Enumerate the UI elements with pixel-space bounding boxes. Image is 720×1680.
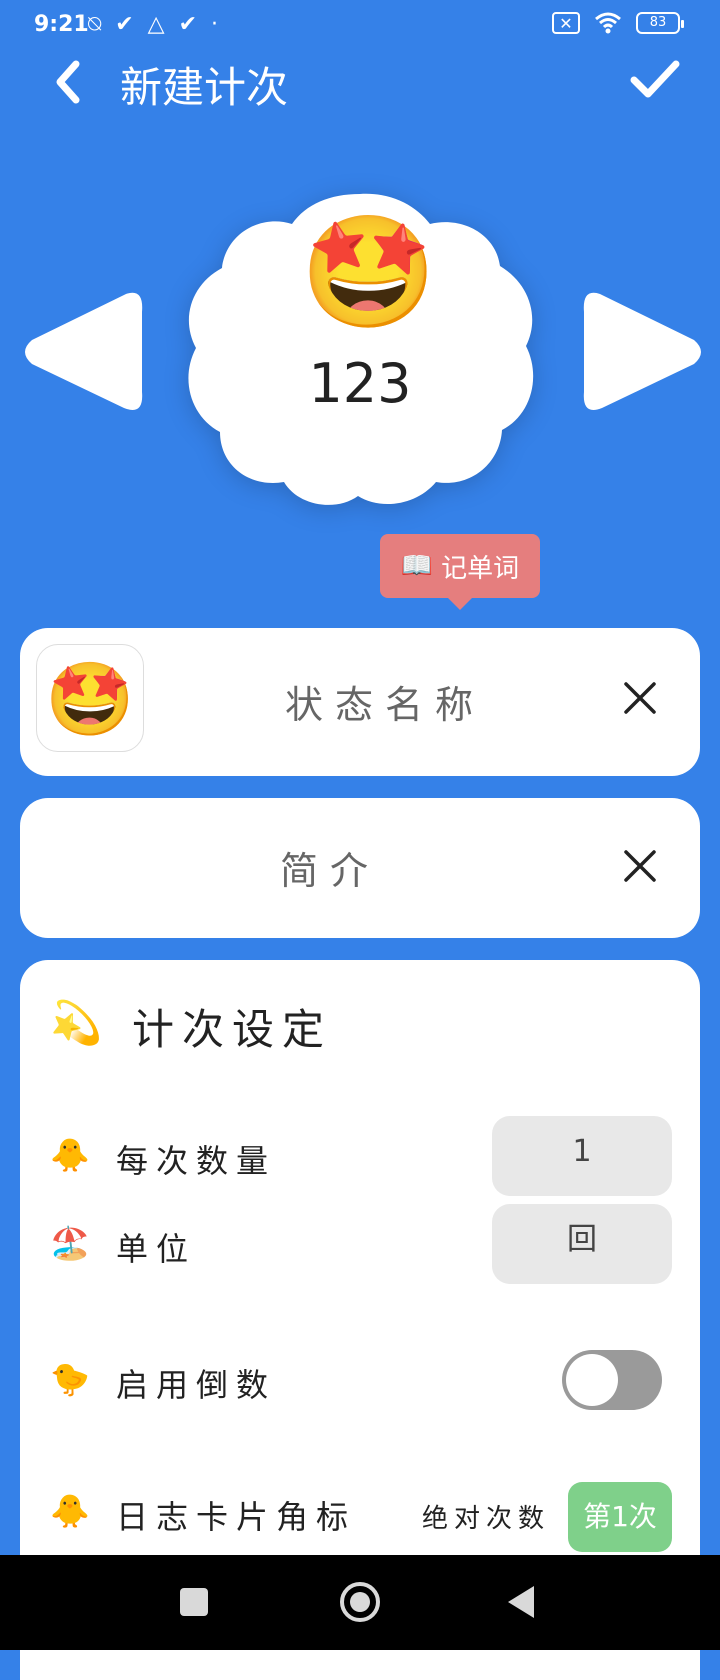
log-badge-label: 日志卡片角标: [116, 1498, 357, 1536]
status-bar: 9:21 ⍉ ✔ △ ✔ · ✕ 83: [0, 0, 720, 52]
recents-button[interactable]: [180, 1588, 208, 1616]
unit-input[interactable]: 回: [492, 1204, 672, 1284]
wifi-icon: [595, 12, 621, 34]
settings-title: 计次设定: [132, 1005, 333, 1054]
next-style-button[interactable]: [580, 282, 710, 422]
status-right-icons: ✕ 83: [552, 12, 684, 34]
category-tag[interactable]: 📖 记单词: [380, 534, 540, 610]
status-left-icons: ⍉ ✔ △ ✔ ·: [88, 12, 218, 37]
check-icon: ✔: [178, 12, 197, 37]
sim-off-icon: ✕: [552, 12, 580, 34]
emoji-picker-button[interactable]: 🤩: [36, 644, 144, 752]
intro-card: 简介: [20, 798, 700, 938]
badge-preview[interactable]: 第1次: [568, 1482, 672, 1552]
clear-name-button[interactable]: [620, 678, 660, 718]
countdown-label: 启用倒数: [116, 1366, 277, 1404]
chevron-left-icon: [56, 60, 80, 104]
name-input[interactable]: 状态名称: [170, 674, 600, 729]
status-time: 9:21: [34, 12, 89, 37]
badge-mode-selector[interactable]: 绝对次数: [422, 1498, 550, 1535]
close-icon: [624, 850, 656, 882]
battery-indicator: 83: [636, 12, 684, 34]
unit-label: 单位: [116, 1230, 197, 1268]
dot-icon: ·: [211, 12, 218, 37]
close-icon: [624, 682, 656, 714]
preview-count: 123: [308, 352, 412, 415]
per-count-label: 每次数量: [116, 1142, 277, 1180]
confirm-button[interactable]: [628, 56, 684, 104]
check-icon: [630, 60, 680, 98]
category-tag-label: 记单词: [441, 553, 520, 584]
triangle-left-icon: [25, 292, 143, 410]
back-nav-button[interactable]: [508, 1586, 534, 1618]
book-icon: 📖: [400, 551, 434, 581]
name-card: 🤩 状态名称: [20, 628, 700, 776]
drive-icon: △: [147, 12, 165, 37]
triangle-right-icon: [583, 292, 701, 410]
dizzy-star-icon: 💫: [50, 998, 103, 1047]
baby-chick-icon: 🐤: [50, 1360, 90, 1398]
check-icon: ✔: [115, 12, 134, 37]
mute-icon: ⍉: [88, 12, 102, 37]
preview-emoji-icon: 🤩: [300, 208, 437, 336]
chick-icon: 🐥: [50, 1136, 90, 1174]
prev-style-button[interactable]: [16, 282, 146, 422]
home-icon: [350, 1592, 370, 1612]
per-count-input[interactable]: 1: [492, 1116, 672, 1196]
clear-intro-button[interactable]: [620, 846, 660, 886]
page-title: 新建计次: [120, 63, 289, 112]
back-button[interactable]: [46, 56, 94, 108]
chick-icon: 🐥: [50, 1492, 90, 1530]
toggle-knob: [566, 1354, 618, 1406]
intro-input[interactable]: 简介: [120, 840, 540, 895]
countdown-toggle[interactable]: [562, 1350, 662, 1410]
beach-icon: 🏖️: [50, 1224, 90, 1262]
